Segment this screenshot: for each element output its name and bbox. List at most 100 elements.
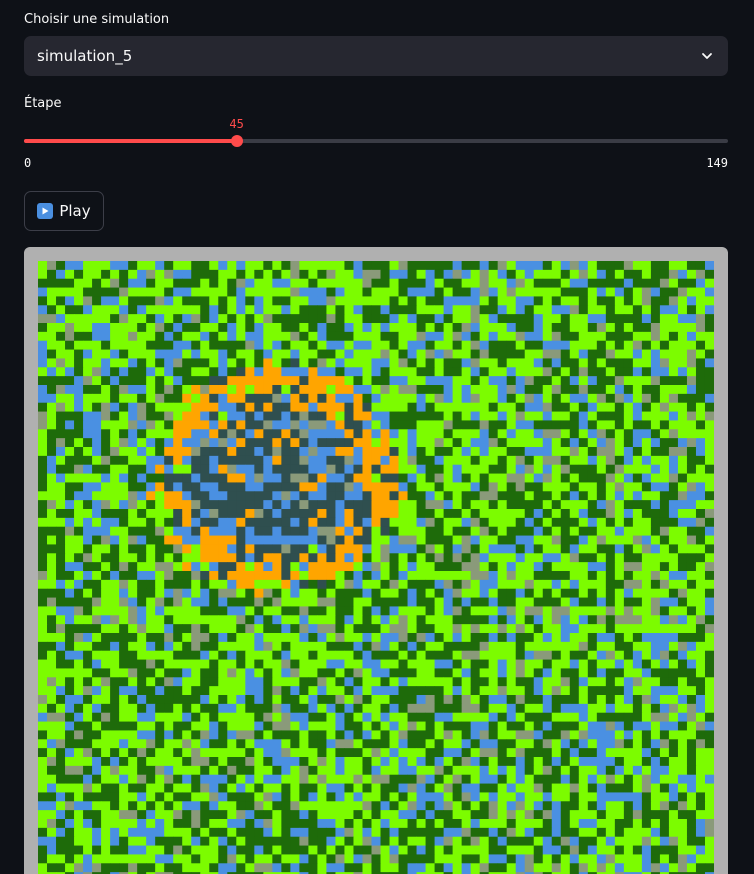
grid-cell (371, 429, 381, 439)
grid-cell (479, 402, 490, 412)
grid-cell (371, 314, 381, 324)
step-slider-track[interactable] (24, 135, 728, 147)
grid-cell (380, 597, 390, 607)
grid-cell (209, 340, 219, 350)
grid-cell (470, 765, 481, 776)
grid-cell (209, 261, 219, 271)
grid-cell (668, 588, 679, 598)
grid-cell (92, 447, 102, 457)
grid-cell (254, 517, 264, 528)
grid-cell (128, 447, 138, 457)
grid-cell (254, 562, 264, 572)
grid-cell (461, 606, 472, 616)
grid-cell (362, 376, 372, 386)
grid-cell (407, 562, 417, 572)
grid-cell (416, 597, 426, 607)
grid-cell (605, 579, 616, 590)
grid-cell (389, 491, 399, 501)
grid-cell (110, 376, 120, 386)
grid-cell (524, 482, 535, 492)
grid-cell (668, 482, 679, 492)
grid-cell (254, 571, 264, 581)
grid-cell (344, 482, 354, 492)
grid-cell (515, 571, 526, 581)
grid-cell (407, 349, 417, 359)
grid-cell (533, 314, 544, 324)
grid-cell (695, 509, 706, 519)
grid-cell (398, 500, 408, 510)
grid-cell (623, 721, 634, 731)
grid-cell (461, 677, 472, 687)
grid-cell (407, 571, 417, 581)
grid-cell (560, 553, 571, 563)
grid-cell (173, 712, 183, 722)
step-slider-thumb[interactable] (230, 135, 243, 147)
grid-cell (614, 819, 625, 829)
grid-cell (155, 845, 165, 855)
grid-cell (290, 509, 300, 519)
grid-cell (443, 783, 454, 793)
grid-cell (227, 517, 237, 528)
grid-cell (380, 411, 390, 421)
grid-cell (650, 615, 661, 625)
grid-cell (506, 783, 517, 793)
grid-cell (92, 331, 102, 342)
grid-cell (326, 287, 336, 297)
grid-cell (497, 323, 508, 333)
grid-cell (344, 606, 354, 616)
grid-cell (452, 748, 463, 758)
grid-cell (605, 765, 616, 776)
grid-cell (362, 314, 372, 324)
grid-cell (479, 411, 490, 421)
grid-cell (389, 562, 399, 572)
grid-cell (704, 668, 714, 678)
grid-cell (659, 730, 670, 740)
grid-cell (92, 340, 102, 350)
grid-cell (605, 695, 616, 705)
grid-cell (452, 836, 463, 846)
grid-cell (614, 331, 625, 342)
grid-cell (281, 544, 291, 554)
grid-cell (182, 429, 192, 439)
grid-cell (173, 491, 183, 501)
grid-cell (497, 278, 508, 288)
grid-cell (470, 553, 481, 563)
grid-cell (245, 385, 255, 395)
grid-cell (407, 659, 417, 669)
grid-cell (155, 615, 165, 625)
grid-cell (380, 305, 390, 315)
grid-cell (524, 455, 535, 466)
grid-cell (686, 367, 697, 377)
grid-cell (56, 482, 66, 492)
grid-cell (515, 517, 526, 528)
grid-cell (245, 562, 255, 572)
grid-cell (524, 765, 535, 776)
grid-cell (515, 331, 526, 342)
grid-cell (137, 287, 147, 297)
grid-cell (488, 553, 499, 563)
grid-cell (155, 376, 165, 386)
grid-cell (506, 349, 517, 359)
grid-cell (119, 730, 129, 740)
grid-cell (218, 544, 228, 554)
grid-cell (245, 535, 255, 545)
grid-cell (38, 358, 48, 368)
simulation-select[interactable]: simulation_5 (24, 36, 728, 76)
grid-cell (110, 677, 120, 687)
grid-cell (191, 703, 201, 714)
grid-cell (155, 695, 165, 705)
play-button[interactable]: Play (24, 191, 104, 231)
grid-cell (515, 783, 526, 793)
grid-cell (506, 544, 517, 554)
grid-cell (569, 376, 580, 386)
grid-cell (641, 748, 652, 758)
grid-cell (191, 491, 201, 501)
chevron-down-icon[interactable] (699, 48, 715, 64)
grid-cell (128, 438, 138, 448)
grid-cell (533, 703, 544, 714)
grid-cell (533, 482, 544, 492)
grid-cell (182, 641, 192, 652)
grid-cell (398, 695, 408, 705)
grid-cell (74, 261, 84, 271)
grid-cell (92, 624, 102, 634)
